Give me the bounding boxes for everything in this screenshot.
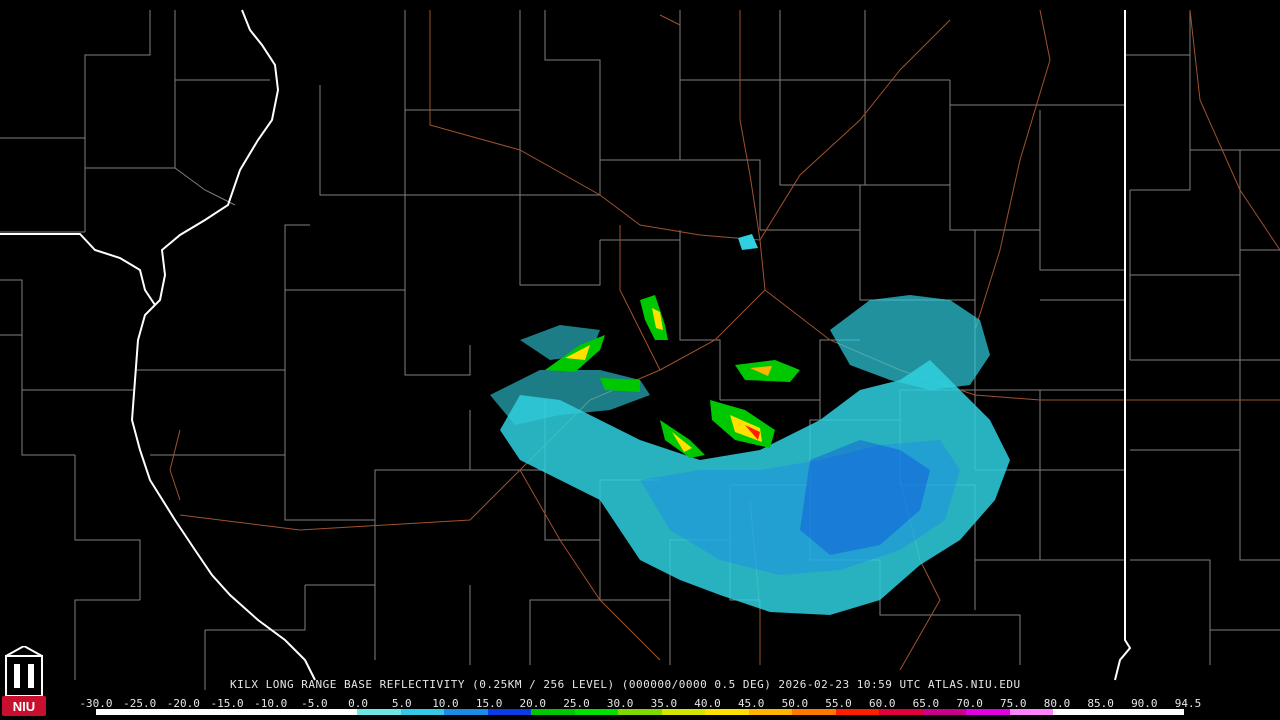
color-scale-swatch	[139, 709, 184, 715]
color-scale-swatch	[1096, 709, 1141, 715]
color-scale-swatch	[226, 709, 271, 715]
map-caption: KILX LONG RANGE BASE REFLECTIVITY (0.25K…	[230, 678, 1021, 691]
color-scale-swatch	[574, 709, 619, 715]
color-scale-swatch	[748, 709, 793, 715]
color-scale-swatch	[1053, 709, 1097, 715]
radar-map	[0, 0, 1280, 720]
color-scale-swatch	[313, 709, 358, 715]
color-scale-swatch	[531, 709, 575, 715]
color-scale-bar	[96, 709, 1184, 715]
color-scale-swatch	[96, 709, 140, 715]
color-scale-labels: -30.0 -25.0 -20.0 -15.0 -10.0 -5.0 0.0 5.0 10.0 1…	[79, 697, 1201, 710]
color-scale-swatch	[357, 709, 401, 715]
color-scale-swatch	[487, 709, 532, 715]
color-scale-swatch	[270, 709, 314, 715]
color-scale-swatch	[922, 709, 967, 715]
color-scale-swatch	[618, 709, 662, 715]
color-scale-swatch	[1009, 709, 1054, 715]
color-scale-swatch	[705, 709, 749, 715]
color-scale-swatch	[835, 709, 880, 715]
color-scale-swatch	[183, 709, 227, 715]
niu-logo: NIU	[2, 646, 46, 716]
color-scale-swatch	[966, 709, 1010, 715]
color-scale-swatch	[1140, 709, 1184, 715]
niu-logo-text: NIU	[13, 699, 35, 714]
color-scale-swatch	[792, 709, 836, 715]
color-scale-swatch	[879, 709, 923, 715]
color-scale-swatch	[400, 709, 445, 715]
color-scale-swatch	[444, 709, 488, 715]
color-scale-swatch	[661, 709, 706, 715]
